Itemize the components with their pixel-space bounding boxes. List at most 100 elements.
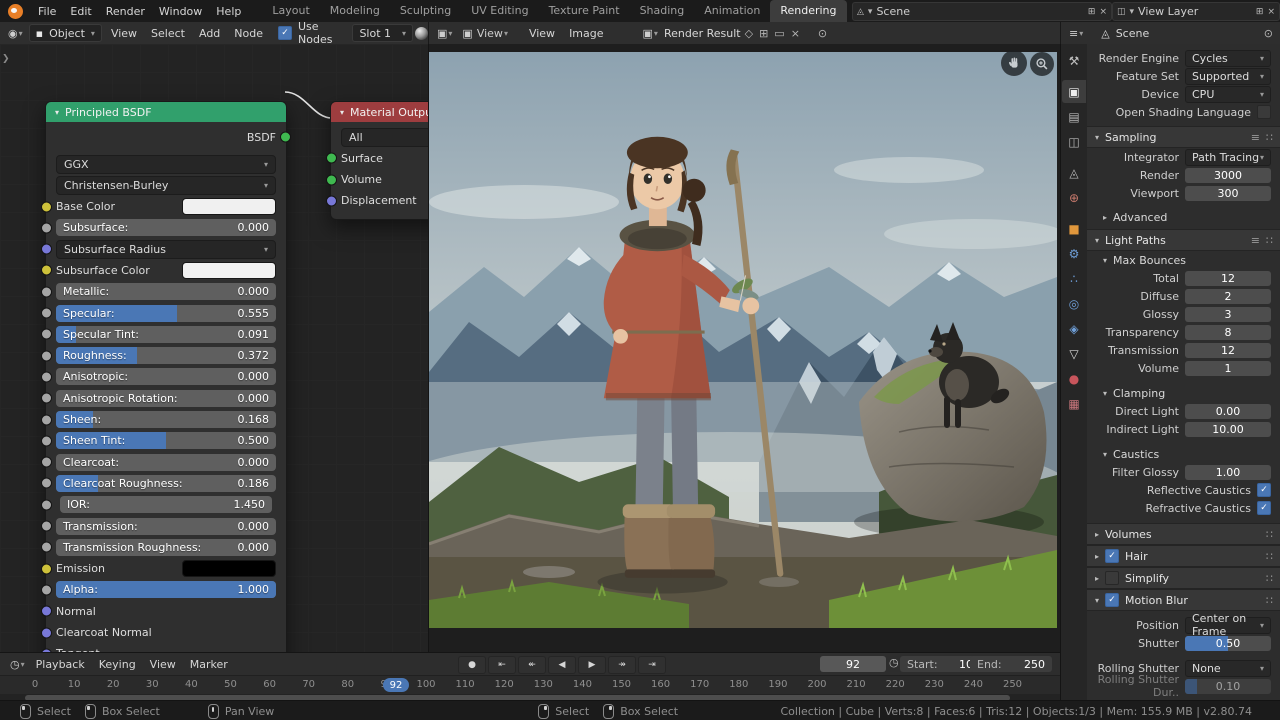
material-tab[interactable]: ● [1062, 367, 1086, 390]
integrator-dropdown[interactable]: Path Tracing [1185, 149, 1271, 166]
open-shading-language-checkbox[interactable] [1257, 105, 1271, 119]
menu-edit[interactable]: Edit [63, 5, 98, 18]
principled-bsdf-node[interactable]: ▾ Principled BSDF BSDF GGXChristensen-Bu… [45, 101, 287, 652]
render-field[interactable]: 3000 [1185, 168, 1271, 183]
color-swatch[interactable] [182, 560, 276, 577]
output-tab[interactable]: ▤ [1062, 105, 1086, 128]
copy-icon[interactable]: ⊞ [757, 27, 770, 40]
gray-socket[interactable] [41, 308, 52, 319]
pin-icon[interactable]: ⊙ [1262, 27, 1275, 40]
scene-name[interactable]: Scene [876, 5, 1083, 18]
gray-socket[interactable] [41, 350, 52, 361]
close-icon[interactable]: × [1099, 7, 1107, 17]
playhead-badge[interactable]: 92 [383, 678, 409, 692]
previous-keyframe-button[interactable]: ↞ [518, 656, 546, 674]
diffuse-field[interactable]: 2 [1185, 289, 1271, 304]
region-toggle-icon[interactable]: ❯ [2, 54, 10, 64]
color-swatch[interactable] [182, 262, 276, 279]
close-icon[interactable]: × [1267, 7, 1275, 17]
panel-header-motion-blur[interactable]: ▾✓Motion Blur∷ [1087, 589, 1280, 611]
shader-type-dropdown[interactable]: ▪ Object ▾ [29, 24, 102, 42]
param-dropdown[interactable]: Subsurface Radius [56, 240, 276, 259]
panel-header-hair[interactable]: ▸✓Hair∷ [1087, 545, 1280, 567]
world-tab[interactable]: ⊕ [1062, 186, 1086, 209]
editor-type-button[interactable]: ◷▾ [6, 658, 29, 671]
rolling-shutter-dur-slider[interactable]: 0.10 [1185, 679, 1271, 694]
grip-icon[interactable]: ∷ [1266, 528, 1273, 541]
grip-icon[interactable]: ∷ [1266, 131, 1273, 144]
timeline-menu-view[interactable]: View [143, 658, 183, 671]
editor-type-button[interactable]: ▣▾ [433, 27, 456, 40]
gray-socket[interactable] [41, 435, 52, 446]
yellow-socket[interactable] [41, 265, 52, 276]
gray-socket[interactable] [41, 521, 52, 532]
subpanel-header-clamping[interactable]: ▾Clamping [1087, 384, 1280, 402]
use-nodes-checkbox[interactable]: ✓ [278, 26, 292, 40]
param-slider[interactable]: Transmission:0.000 [56, 518, 276, 535]
timeline-ruler[interactable]: 2502402302202102001901801701601501401301… [0, 675, 1060, 694]
menu-file[interactable]: File [31, 5, 63, 18]
param-slider[interactable]: Alpha:1.000 [56, 581, 276, 598]
param-slider[interactable]: Specular:0.555 [56, 305, 276, 322]
bsdf-output-socket[interactable] [280, 132, 291, 143]
direct-light-field[interactable]: 0.00 [1185, 404, 1271, 419]
view-layer-name[interactable]: View Layer [1138, 5, 1252, 18]
collapse-icon[interactable]: ▾ [340, 108, 344, 117]
param-slider[interactable]: Sheen:0.168 [56, 411, 276, 428]
timeline-menu-marker[interactable]: Marker [183, 658, 235, 671]
transmission-field[interactable]: 12 [1185, 343, 1271, 358]
jump-to-start-button[interactable]: ⇤ [488, 656, 516, 674]
shader-menu-node[interactable]: Node [227, 27, 270, 40]
current-frame-field[interactable]: 92 [820, 656, 886, 672]
param-slider[interactable]: Clearcoat:0.000 [56, 454, 276, 471]
workspace-tab-rendering[interactable]: Rendering [770, 0, 846, 22]
tool-tab[interactable]: ⚒ [1062, 49, 1086, 72]
timeline-menu-playback[interactable]: Playback [29, 658, 92, 671]
play-reverse-button[interactable]: ◀ [548, 656, 576, 674]
physics-tab[interactable]: ◎ [1062, 292, 1086, 315]
grip-icon[interactable]: ∷ [1266, 234, 1273, 247]
panel-header-light-paths[interactable]: ▾Light Paths≡∷ [1087, 229, 1280, 251]
collapse-icon[interactable]: ▾ [55, 108, 59, 117]
filter-glossy-field[interactable]: 1.00 [1185, 465, 1271, 480]
frame-start-field[interactable]: Start: 10 [900, 656, 980, 672]
use-preview-range-icon[interactable]: ◷ [889, 656, 899, 669]
motion-blur-checkbox[interactable]: ✓ [1105, 593, 1119, 607]
target-dropdown[interactable]: All [341, 128, 428, 147]
menu-help[interactable]: Help [209, 5, 248, 18]
param-dropdown[interactable]: Christensen-Burley [56, 176, 276, 195]
view-layer-tab[interactable]: ◫ [1062, 130, 1086, 153]
view-layer-selector[interactable]: ◫ ▾ View Layer ⊞ × [1112, 2, 1280, 21]
purple-socket[interactable] [41, 244, 52, 255]
subpanel-header-max-bounces[interactable]: ▾Max Bounces [1087, 251, 1280, 269]
gray-socket[interactable] [41, 542, 52, 553]
param-dropdown[interactable]: GGX [56, 155, 276, 174]
record-button[interactable]: ● [458, 656, 486, 674]
node-header[interactable]: ▾ Principled BSDF [46, 102, 286, 122]
workspace-tab-texture-paint[interactable]: Texture Paint [539, 0, 630, 22]
shutter-slider[interactable]: 0.50 [1185, 636, 1271, 651]
shield-icon[interactable]: ◇ [743, 27, 755, 40]
purple-socket[interactable] [41, 627, 52, 638]
shader-menu-select[interactable]: Select [144, 27, 192, 40]
menu-window[interactable]: Window [152, 5, 209, 18]
workspace-tab-uv-editing[interactable]: UV Editing [461, 0, 538, 22]
gray-socket[interactable] [41, 286, 52, 297]
editor-type-button[interactable]: ◉▾ [4, 27, 27, 40]
next-keyframe-button[interactable]: ↠ [608, 656, 636, 674]
preset-icon[interactable]: ≡ [1251, 234, 1260, 247]
workspace-tab-animation[interactable]: Animation [694, 0, 770, 22]
green-socket[interactable] [326, 153, 337, 164]
particles-tab[interactable]: ∴ [1062, 267, 1086, 290]
grip-icon[interactable]: ∷ [1266, 572, 1273, 585]
gray-socket[interactable] [41, 222, 52, 233]
workspace-tab-layout[interactable]: Layout [262, 0, 319, 22]
material-output-node[interactable]: ▾ Material Output All SurfaceVolumeDispl… [330, 101, 428, 220]
param-slider[interactable]: Anisotropic:0.000 [56, 368, 276, 385]
position-dropdown[interactable]: Center on Frame [1185, 617, 1271, 634]
render-engine-dropdown[interactable]: Cycles [1185, 50, 1271, 67]
subpanel-header-caustics[interactable]: ▾Caustics [1087, 445, 1280, 463]
subpanel-header-advanced[interactable]: ▸Advanced [1087, 208, 1280, 226]
shader-node-editor[interactable]: ❯ ▾ Principled BSDF BSDF GGXChristensen-… [0, 44, 428, 652]
play-button[interactable]: ▶ [578, 656, 606, 674]
